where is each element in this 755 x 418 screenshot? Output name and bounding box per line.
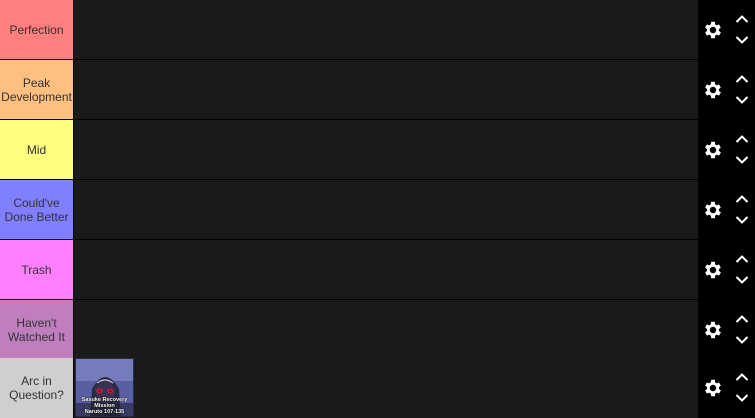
item-caption-line: Naruto 107-135 [84,409,125,415]
tier-controls [698,120,755,179]
chevron-down-icon[interactable] [735,95,749,105]
tier-item-card[interactable]: Sasuke Recovery Mission Naruto 107-135 [75,358,134,417]
chevron-down-icon[interactable] [735,335,749,345]
chevron-up-icon[interactable] [735,254,749,264]
item-caption: Sasuke Recovery Mission Naruto 107-135 [76,397,133,416]
chevron-up-icon[interactable] [735,194,749,204]
chevron-down-icon[interactable] [735,393,749,403]
tier-label[interactable]: Arc in Question? [0,358,73,418]
tier-row-havent-watched-it: Haven't Watched It [0,300,755,359]
chevron-up-icon[interactable] [735,14,749,24]
tier-controls [698,0,755,59]
gear-icon[interactable] [702,377,724,399]
tier-controls [698,240,755,299]
tier-row-trash: Trash [0,240,755,299]
tier-drop-zone[interactable] [73,120,698,179]
tier-drop-zone[interactable]: Sasuke Recovery Mission Naruto 107-135 [73,358,698,418]
chevron-up-icon[interactable] [735,74,749,84]
gear-icon[interactable] [702,139,724,161]
tier-drop-zone[interactable] [73,0,698,59]
tier-controls [698,60,755,119]
tier-row-arc-in-question: Arc in Question? Sasuke Recovery Mission… [0,358,755,418]
gear-icon[interactable] [702,79,724,101]
tier-drop-zone[interactable] [73,60,698,119]
tier-label[interactable]: Perfection [0,0,73,59]
chevron-down-icon[interactable] [735,155,749,165]
tier-controls [698,300,755,359]
gear-icon[interactable] [702,319,724,341]
chevron-down-icon[interactable] [735,215,749,225]
tier-row-could-have-done-better: Could've Done Better [0,180,755,239]
tier-label[interactable]: Haven't Watched It [0,300,73,359]
chevron-down-icon[interactable] [735,35,749,45]
tier-list: Perfection Peak Development Mid Could've… [0,0,755,418]
tier-label[interactable]: Could've Done Better [0,180,73,239]
tier-row-peak-development: Peak Development [0,60,755,119]
gear-icon[interactable] [702,259,724,281]
tier-row-perfection: Perfection [0,0,755,59]
chevron-up-icon[interactable] [735,314,749,324]
tier-controls [698,358,755,418]
tier-drop-zone[interactable] [73,300,698,359]
chevron-up-icon[interactable] [735,134,749,144]
tier-label[interactable]: Peak Development [0,60,73,119]
gear-icon[interactable] [702,199,724,221]
tier-controls [698,180,755,239]
chevron-down-icon[interactable] [735,275,749,285]
tier-drop-zone[interactable] [73,240,698,299]
tier-label[interactable]: Trash [0,240,73,299]
tier-row-mid: Mid [0,120,755,179]
tier-label[interactable]: Mid [0,120,73,179]
chevron-up-icon[interactable] [735,372,749,382]
tier-drop-zone[interactable] [73,180,698,239]
gear-icon[interactable] [702,19,724,41]
